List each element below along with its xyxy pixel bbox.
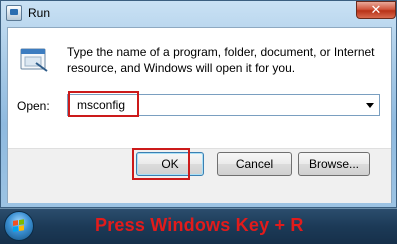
- chevron-down-icon[interactable]: [366, 103, 374, 108]
- input-highlight-box: [68, 91, 139, 117]
- open-label: Open:: [17, 99, 50, 113]
- close-button[interactable]: ✕: [356, 1, 396, 19]
- title-bar[interactable]: Run ✕: [1, 1, 397, 27]
- dialog-body: Type the name of a program, folder, docu…: [7, 27, 392, 203]
- dialog-description: Type the name of a program, folder, docu…: [67, 45, 375, 75]
- taskbar: Press Windows Key + R: [0, 208, 397, 244]
- run-dialog-window: Run ✕ Type the name of a program, folder…: [0, 0, 397, 208]
- instruction-caption: Press Windows Key + R: [95, 215, 304, 235]
- run-icon: [6, 5, 22, 21]
- ok-highlight-box: [132, 148, 190, 180]
- run-app-icon: [20, 48, 48, 72]
- browse-button[interactable]: Browse...: [298, 152, 370, 176]
- cancel-button[interactable]: Cancel: [217, 152, 292, 176]
- window-title: Run: [28, 6, 51, 20]
- windows-logo-icon: [13, 219, 25, 233]
- windows-start-orb-icon[interactable]: [4, 211, 34, 241]
